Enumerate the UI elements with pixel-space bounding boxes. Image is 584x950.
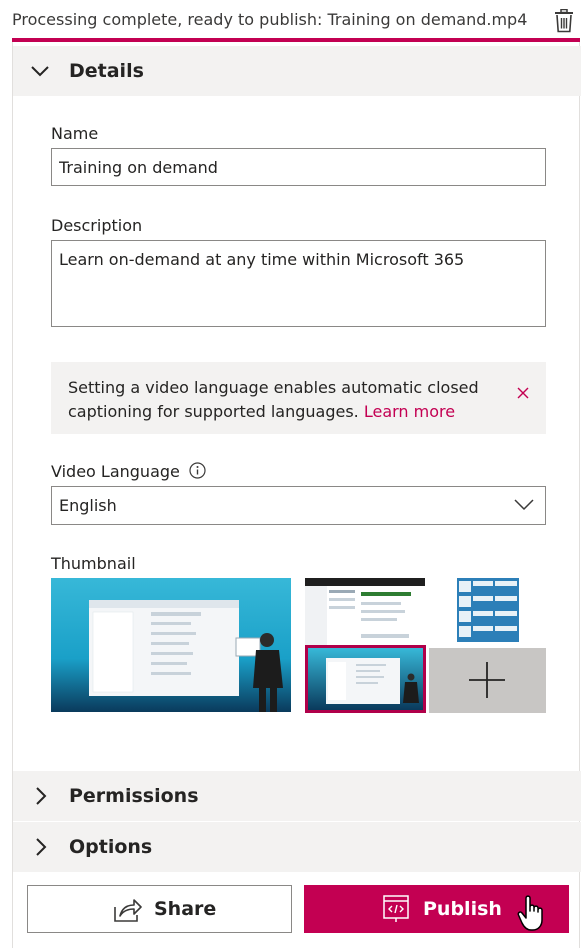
chevron-down-icon [514,499,534,511]
thumbnail-option-1[interactable] [305,578,425,646]
video-language-label: Video Language [51,462,206,481]
publish-label: Publish [423,898,502,920]
options-section-header[interactable]: Options [13,822,581,872]
share-button[interactable]: Share [27,885,292,933]
thumbnail-option-selected[interactable] [305,645,426,713]
embed-code-icon [383,895,409,922]
publish-button[interactable]: Publish [304,885,569,933]
trash-icon[interactable] [554,9,574,33]
share-icon [114,899,142,922]
details-title: Details [69,60,144,82]
plus-icon [469,662,505,698]
close-icon[interactable] [516,386,530,400]
thumbnail-option-2[interactable] [429,578,546,646]
chevron-right-icon [36,838,47,856]
description-textarea[interactable]: Learn on-demand at any time within Micro… [51,240,546,327]
thumbnail-preview [51,578,291,712]
options-title: Options [69,836,153,858]
chevron-right-icon [36,787,47,805]
description-label: Description [51,216,143,235]
video-details-panel: Details Name Description Learn on-demand… [12,42,581,948]
chevron-down-icon [31,66,49,77]
share-label: Share [154,898,217,920]
selected-language: English [59,496,117,515]
language-info-message: Setting a video language enables automat… [51,362,546,434]
permissions-section-header[interactable]: Permissions [13,771,581,821]
info-icon[interactable] [189,462,206,479]
thumbnail-label: Thumbnail [51,554,136,573]
details-section-header[interactable]: Details [13,46,581,96]
learn-more-link[interactable]: Learn more [364,402,455,421]
video-language-select[interactable]: English [51,486,546,525]
processing-status: Processing complete, ready to publish: T… [12,10,528,29]
permissions-title: Permissions [69,785,199,807]
add-thumbnail-button[interactable] [429,648,546,713]
hand-pointer-icon [517,895,543,931]
status-bar: Processing complete, ready to publish: T… [0,0,584,42]
video-frame-image [51,578,291,712]
name-input[interactable] [51,148,546,186]
name-label: Name [51,124,99,143]
